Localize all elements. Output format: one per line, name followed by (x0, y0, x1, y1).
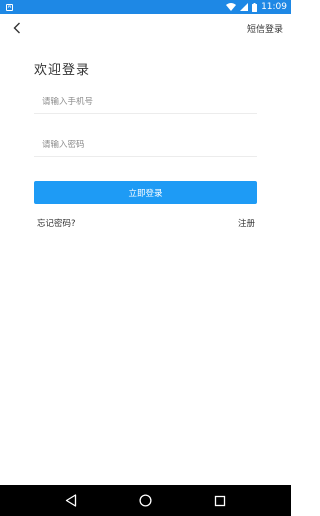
register-link[interactable]: 注册 (238, 217, 255, 229)
status-time: 11:09 (261, 2, 287, 12)
home-circle-icon (139, 494, 152, 507)
back-button[interactable] (10, 21, 24, 35)
battery-icon (252, 2, 258, 12)
chevron-left-icon (13, 22, 20, 34)
recents-square-icon (214, 495, 225, 506)
forgot-password-link[interactable]: 忘记密码? (37, 217, 76, 229)
wifi-icon (226, 3, 237, 11)
back-triangle-icon (66, 494, 77, 507)
nav-recents-button[interactable] (211, 492, 229, 510)
page-title: 欢迎登录 (34, 63, 91, 78)
nav-bar (0, 485, 291, 516)
login-button[interactable]: 立即登录 (34, 181, 257, 204)
sms-login-link[interactable]: 短信登录 (247, 22, 283, 35)
status-bar: A 11:09 (0, 0, 291, 14)
nav-home-button[interactable] (136, 492, 154, 510)
password-input[interactable] (34, 139, 257, 150)
top-bar: 短信登录 (0, 14, 291, 42)
status-left: A (6, 3, 13, 11)
signal-icon (240, 3, 249, 11)
password-field-container (34, 133, 257, 157)
app-notification-icon: A (6, 3, 13, 11)
phone-input[interactable] (34, 96, 257, 107)
status-right: 11:09 (226, 2, 287, 12)
phone-field-container (34, 90, 257, 114)
nav-back-button[interactable] (62, 492, 80, 510)
